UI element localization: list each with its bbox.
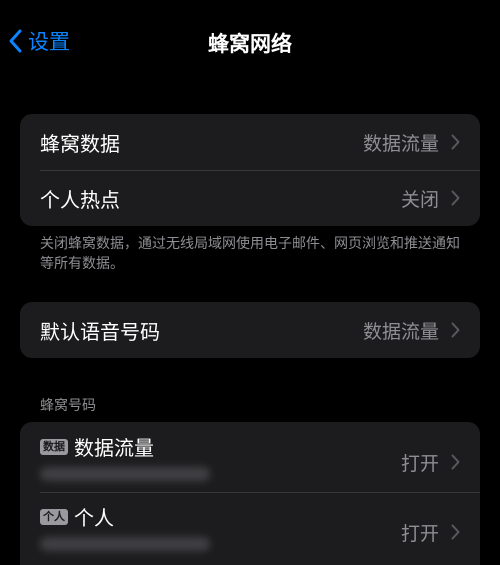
sim-row[interactable]: 数据 数据流量 打开 <box>20 422 480 492</box>
sim-name: 个人 <box>74 506 114 530</box>
chevron-right-icon <box>451 190 460 206</box>
sim-name: 数据流量 <box>74 436 154 460</box>
personal-hotspot-label: 个人热点 <box>40 187 120 212</box>
cellular-settings-screen: 设置 蜂窝网络 蜂窝数据 数据流量 个人热点 关闭 关闭蜂窝数据，通过无线局域网… <box>0 0 500 565</box>
personal-hotspot-value: 关闭 <box>400 188 439 211</box>
sim-status: 打开 <box>400 452 439 475</box>
sim-badge: 个人 <box>40 508 68 525</box>
redacted-phone-number <box>40 467 210 481</box>
personal-hotspot-row[interactable]: 个人热点 关闭 <box>20 170 480 226</box>
default-voice-line-value: 数据流量 <box>362 320 439 343</box>
sim-info: 数据 数据流量 <box>40 432 401 481</box>
page-title: 蜂窝网络 <box>208 32 292 56</box>
sim-status: 打开 <box>400 522 439 545</box>
navigation-bar: 设置 蜂窝网络 <box>0 18 500 64</box>
cellular-data-footnote: 关闭蜂窝数据，通过无线局域网使用电子邮件、网页浏览和推送通知等所有数据。 <box>40 236 460 272</box>
redacted-phone-number <box>40 537 210 551</box>
chevron-right-icon <box>451 524 460 540</box>
cellular-data-row[interactable]: 蜂窝数据 数据流量 <box>20 114 480 170</box>
chevron-right-icon <box>451 322 460 338</box>
default-voice-line-row[interactable]: 默认语音号码 数据流量 <box>20 302 480 358</box>
cellular-data-label: 蜂窝数据 <box>40 131 120 156</box>
default-voice-line-label: 默认语音号码 <box>40 319 160 344</box>
chevron-right-icon <box>451 134 460 150</box>
cellular-options-group: 蜂窝数据 数据流量 个人热点 关闭 <box>20 114 480 226</box>
sim-info: 个人 个人 <box>40 502 401 551</box>
sim-section-header: 蜂窝号码 <box>40 398 96 414</box>
sim-lines-group: 数据 数据流量 打开 个人 个人 打开 <box>20 422 480 565</box>
sim-row[interactable]: 个人 个人 打开 <box>20 492 480 562</box>
cellular-data-value: 数据流量 <box>362 132 439 155</box>
sim-badge: 数据 <box>40 438 68 455</box>
chevron-right-icon <box>451 454 460 470</box>
voice-line-group: 默认语音号码 数据流量 <box>20 302 480 358</box>
